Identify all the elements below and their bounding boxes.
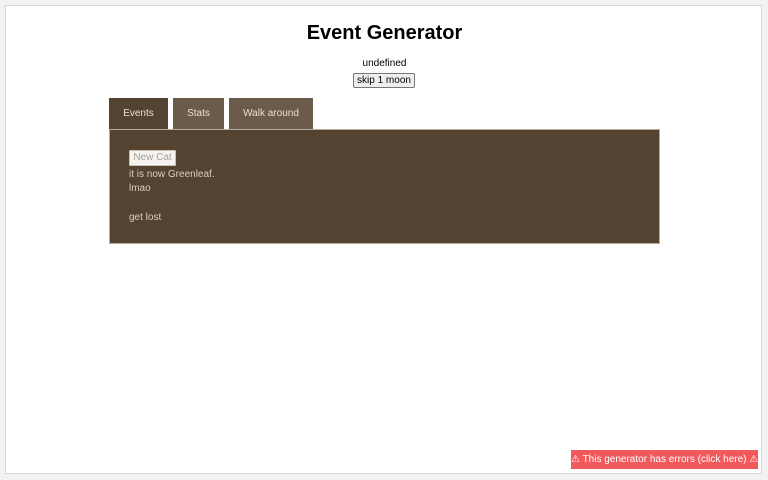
status-text: undefined [362,58,407,69]
event-line: it is now Greenleaf. [129,169,215,180]
event-line: get lost [129,212,162,223]
event-line: lmao [129,183,151,194]
tab-stats[interactable]: Stats [173,98,224,129]
events-panel: New Cat it is now Greenleaf. lmao get lo… [109,129,660,244]
tab-events[interactable]: Events [109,98,168,129]
page-title: Event Generator [306,22,463,44]
generator-frame: Event Generator undefined skip 1 moon Ev… [5,5,762,474]
tab-walk-around[interactable]: Walk around [229,98,313,129]
new-cat-button[interactable]: New Cat [129,150,176,166]
skip-moon-button[interactable]: skip 1 moon [353,73,415,88]
error-banner-button[interactable]: ⚠ This generator has errors (click here)… [571,450,758,469]
